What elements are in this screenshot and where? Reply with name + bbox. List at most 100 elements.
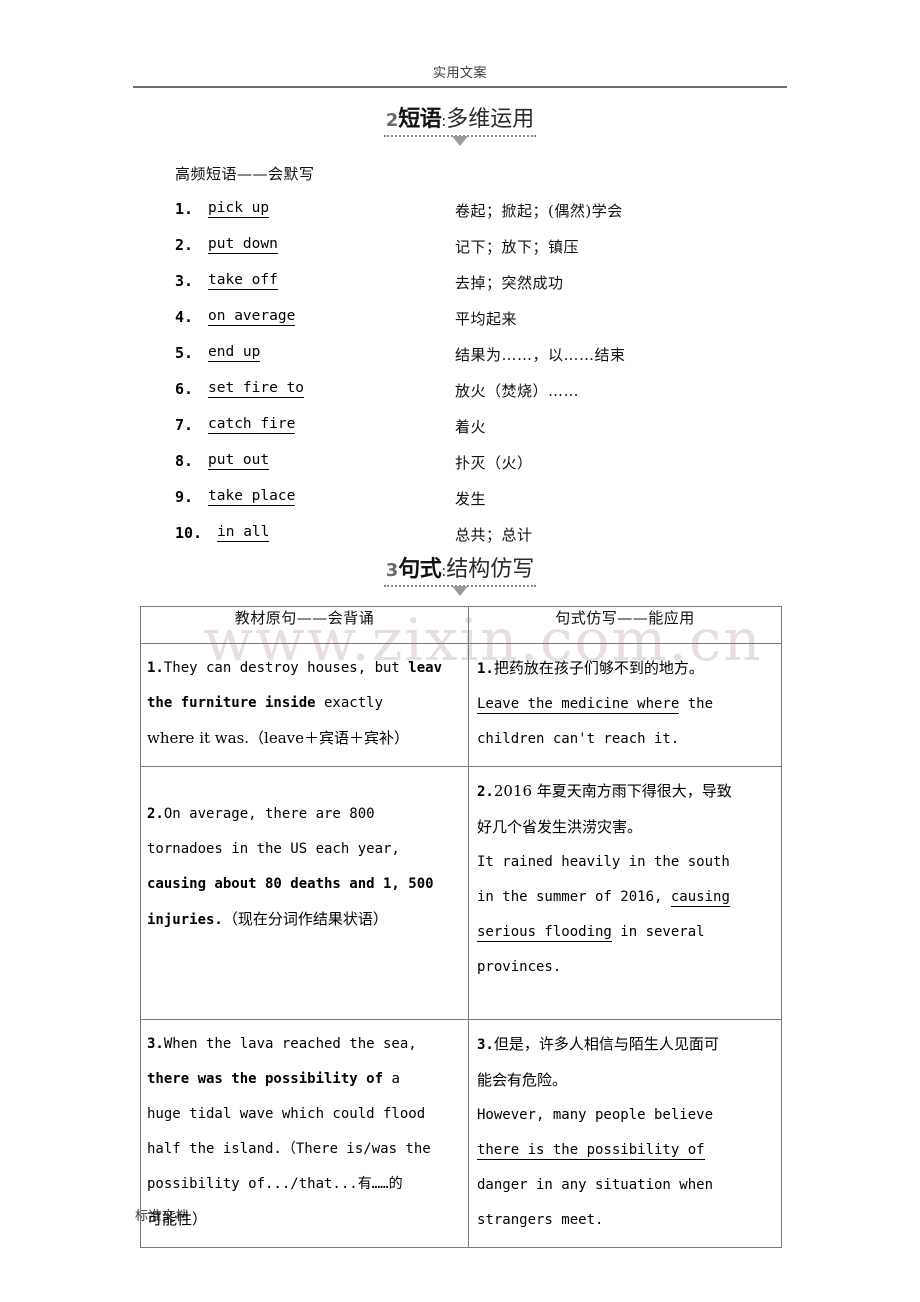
- line: It rained heavily in the south: [477, 854, 730, 870]
- section-keyword: 短语: [398, 107, 442, 132]
- item-index: 1.: [477, 661, 494, 677]
- line-text: in the summer of 2016,: [477, 889, 671, 905]
- line-text: the: [679, 696, 714, 712]
- phrase-english: pick up: [208, 200, 270, 218]
- line: 能会有危险。: [477, 1071, 568, 1089]
- phrase-row: 5. end up 结果为……，以……结束: [175, 344, 795, 374]
- section-heading-sentences: 3句式:结构仿写: [0, 557, 920, 597]
- phrase-chinese: 记下；放下；镇压: [455, 238, 580, 256]
- phrase-english: in all: [217, 524, 270, 542]
- phrase-chinese: 总共；总计: [455, 526, 533, 544]
- item-index: 3.: [147, 1036, 164, 1052]
- phrase-number: 3.: [175, 272, 194, 290]
- line: Leave the medicine where the: [477, 687, 779, 722]
- cell-imitation-3: 3.但是，许多人相信与陌生人见面可 能会有危险。 However, many p…: [468, 1019, 782, 1248]
- phrase-row: 4. on average 平均起来: [175, 308, 795, 338]
- phrase-number: 5.: [175, 344, 194, 362]
- phrase-number: 9.: [175, 488, 194, 506]
- line-text: 2016 年夏天南方雨下得很大，导致: [493, 782, 732, 800]
- phrase-english: set fire to: [208, 380, 305, 398]
- line: 1.把药放在孩子们够不到的地方。: [477, 651, 779, 687]
- line-text-underlined: there is the possibility of: [477, 1142, 705, 1160]
- running-header: 实用文案: [432, 66, 487, 81]
- cell-content: 2.On average, there are 800 tornadoes in…: [141, 767, 468, 974]
- item-index: 2.: [477, 784, 494, 800]
- item-index: 3.: [477, 1037, 494, 1053]
- section-subtitle: 多维运用: [446, 107, 535, 132]
- line: the furniture inside exactly: [147, 686, 466, 721]
- line-text: On average, there are 800: [163, 806, 375, 822]
- line: strangers meet.: [477, 1212, 604, 1228]
- table-header-row: 教材原句——会背诵 句式仿写——能应用: [140, 606, 782, 644]
- phrase-chinese: 结果为……，以……结束: [455, 346, 626, 364]
- line: 可能性）: [147, 1210, 208, 1228]
- line-text-underlined: serious flooding: [477, 924, 612, 942]
- cell-imitation-2: 2.2016 年夏天南方雨下得很大，导致 好几个省发生洪涝灾害。 It rain…: [468, 766, 782, 1020]
- line-text: 但是，许多人相信与陌生人见面可: [493, 1035, 719, 1053]
- column-header-imitation: 句式仿写——能应用: [468, 606, 782, 644]
- phrase-row: 1. pick up 卷起；掀起；(偶然)学会: [175, 200, 795, 230]
- header-rule: [133, 86, 787, 88]
- phrase-row: 10. in all 总共；总计: [175, 524, 795, 554]
- phrase-row: 2. put down 记下；放下；镇压: [175, 236, 795, 266]
- line-text-bold: the furniture inside: [147, 695, 316, 711]
- cell-content: 3.但是，许多人相信与陌生人见面可 能会有危险。 However, many p…: [469, 1020, 781, 1247]
- line: However, many people believe: [477, 1107, 714, 1123]
- line: tornadoes in the US each year,: [147, 841, 400, 857]
- phrase-english: catch fire: [208, 416, 296, 434]
- phrase-number: 7.: [175, 416, 194, 434]
- section-number: 2: [385, 110, 399, 131]
- line-text-bold: there was the possibility of: [147, 1071, 384, 1087]
- section-heading-phrases-inner: 2短语:多维运用: [383, 107, 537, 147]
- line-text-underlined: causing: [670, 889, 730, 907]
- cell-content: 2.2016 年夏天南方雨下得很大，导致 好几个省发生洪涝灾害。 It rain…: [469, 767, 781, 1019]
- line-text: in several: [611, 924, 705, 940]
- phrase-english: put down: [208, 236, 278, 254]
- phrase-number: 6.: [175, 380, 194, 398]
- phrases-subheading: 高频短语——会默写: [175, 165, 315, 183]
- line-text-underlined: Leave the medicine where: [477, 696, 680, 714]
- line-text: a: [383, 1071, 400, 1087]
- column-header-original: 教材原句——会背诵: [140, 606, 469, 644]
- line: in the summer of 2016, causing: [477, 880, 779, 915]
- line-text: They can destroy houses, but: [163, 660, 409, 676]
- cell-content: 1.把药放在孩子们够不到的地方。 Leave the medicine wher…: [469, 644, 781, 766]
- item-index: 2.: [147, 806, 164, 822]
- line: injuries.（现在分词作结果状语）: [147, 902, 466, 938]
- line: serious flooding in several: [477, 915, 779, 950]
- line: danger in any situation when: [477, 1177, 714, 1193]
- phrase-chinese: 平均起来: [455, 310, 518, 328]
- section-keyword: 句式: [398, 557, 442, 582]
- cell-original-3: 3.When the lava reached the sea, there w…: [140, 1019, 469, 1248]
- phrase-number: 10.: [175, 524, 203, 542]
- phrase-number: 1.: [175, 200, 194, 218]
- cell-original-1: 1.They can destroy houses, but leav the …: [140, 643, 469, 767]
- phrase-chinese: 扑灭（火）: [455, 454, 533, 472]
- table-row: 1.They can destroy houses, but leav the …: [140, 643, 782, 767]
- phrase-chinese: 卷起；掀起；(偶然)学会: [455, 202, 623, 220]
- cell-original-2: 2.On average, there are 800 tornadoes in…: [140, 766, 469, 1020]
- phrase-chinese: 放火（焚烧）……: [455, 382, 580, 400]
- caret-down-icon: [452, 586, 468, 597]
- phrase-english: put out: [208, 452, 270, 470]
- line: 3.但是，许多人相信与陌生人见面可: [477, 1027, 779, 1063]
- line-text: exactly: [315, 695, 384, 711]
- table-row: 2.On average, there are 800 tornadoes in…: [140, 766, 782, 1020]
- line: huge tidal wave which could flood: [147, 1106, 426, 1122]
- phrase-row: 7. catch fire 着火: [175, 416, 795, 446]
- line: children can't reach it.: [477, 731, 680, 747]
- line-text: 把药放在孩子们够不到的地方。: [493, 659, 704, 677]
- cell-content: 1.They can destroy houses, but leav the …: [141, 644, 468, 765]
- section-heading-sentences-inner: 3句式:结构仿写: [383, 557, 537, 597]
- section-number: 3: [385, 560, 399, 581]
- phrase-row: 6. set fire to 放火（焚烧）……: [175, 380, 795, 410]
- line-text: （现在分词作结果状语）: [222, 910, 388, 928]
- line: 2.2016 年夏天南方雨下得很大，导致: [477, 774, 779, 810]
- section-heading-phrases: 2短语:多维运用: [0, 107, 920, 147]
- sentence-pattern-table: 教材原句——会背诵 句式仿写——能应用 1.They can destroy h…: [140, 606, 782, 1248]
- line: possibility of.../that...有……的: [147, 1176, 403, 1192]
- line: there is the possibility of: [477, 1133, 779, 1168]
- line: 2.On average, there are 800: [147, 797, 466, 832]
- phrase-row: 9. take place 发生: [175, 488, 795, 518]
- line: 3.When the lava reached the sea,: [147, 1027, 466, 1062]
